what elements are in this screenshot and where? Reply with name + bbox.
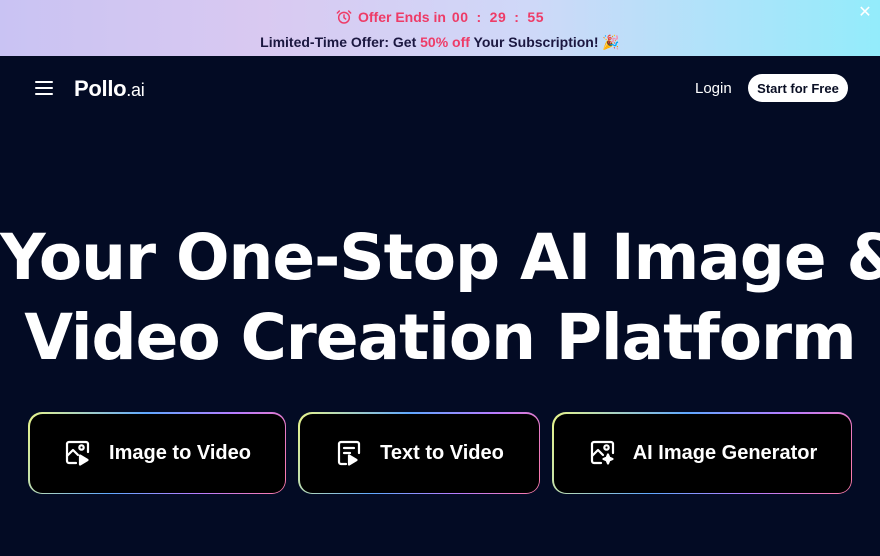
offer-prefix: Limited-Time Offer: Get [260, 34, 421, 50]
ai-image-generator-button[interactable]: AI Image Generator [552, 412, 852, 494]
ai-image-generator-button-body: AI Image Generator [553, 413, 851, 493]
text-to-video-button[interactable]: Text to Video [298, 412, 540, 494]
login-link[interactable]: Login [695, 80, 732, 97]
top-nav: Pollo.ai Login Start for Free [0, 56, 880, 120]
start-for-free-button[interactable]: Start for Free [748, 74, 848, 102]
logo-main: Pollo [74, 76, 127, 101]
alarm-clock-icon [336, 10, 352, 24]
hero-title: Your One-Stop AI Image & Video Creation … [0, 218, 880, 378]
text-to-video-icon [338, 440, 361, 466]
countdown-separator: : [476, 9, 482, 25]
text-to-video-label: Text to Video [380, 441, 504, 464]
offer-timer: Offer Ends in 00:29:55 [0, 8, 880, 26]
hero-title-line-2: Video Creation Platform [24, 301, 856, 374]
offer-text: Limited-Time Offer: Get 50% off Your Sub… [0, 34, 880, 52]
hero-title-line-1: Your One-Stop AI Image & [0, 221, 880, 294]
offer-timer-label: Offer Ends in [358, 9, 446, 25]
close-icon[interactable]: ✕ [856, 4, 874, 22]
logo-suffix: .ai [126, 80, 145, 100]
image-to-video-icon [65, 440, 90, 466]
image-to-video-label: Image to Video [109, 441, 251, 464]
offer-discount: 50% off [420, 34, 470, 50]
countdown-minutes: 29 [489, 9, 507, 25]
countdown: 00:29:55 [452, 9, 544, 25]
image-to-video-button[interactable]: Image to Video [28, 412, 286, 494]
offer-suffix: Your Subscription! 🎉 [469, 34, 620, 50]
countdown-separator: : [514, 9, 520, 25]
menu-icon[interactable] [35, 81, 53, 96]
text-to-video-button-body: Text to Video [299, 413, 539, 493]
countdown-seconds: 55 [527, 9, 544, 25]
promo-banner: Offer Ends in 00:29:55 Limited-Time Offe… [0, 0, 880, 56]
image-to-video-button-body: Image to Video [29, 413, 285, 493]
ai-image-generator-icon [590, 440, 614, 465]
logo[interactable]: Pollo.ai [74, 76, 145, 102]
countdown-hours: 00 [451, 9, 469, 25]
ai-image-generator-label: AI Image Generator [632, 441, 818, 464]
